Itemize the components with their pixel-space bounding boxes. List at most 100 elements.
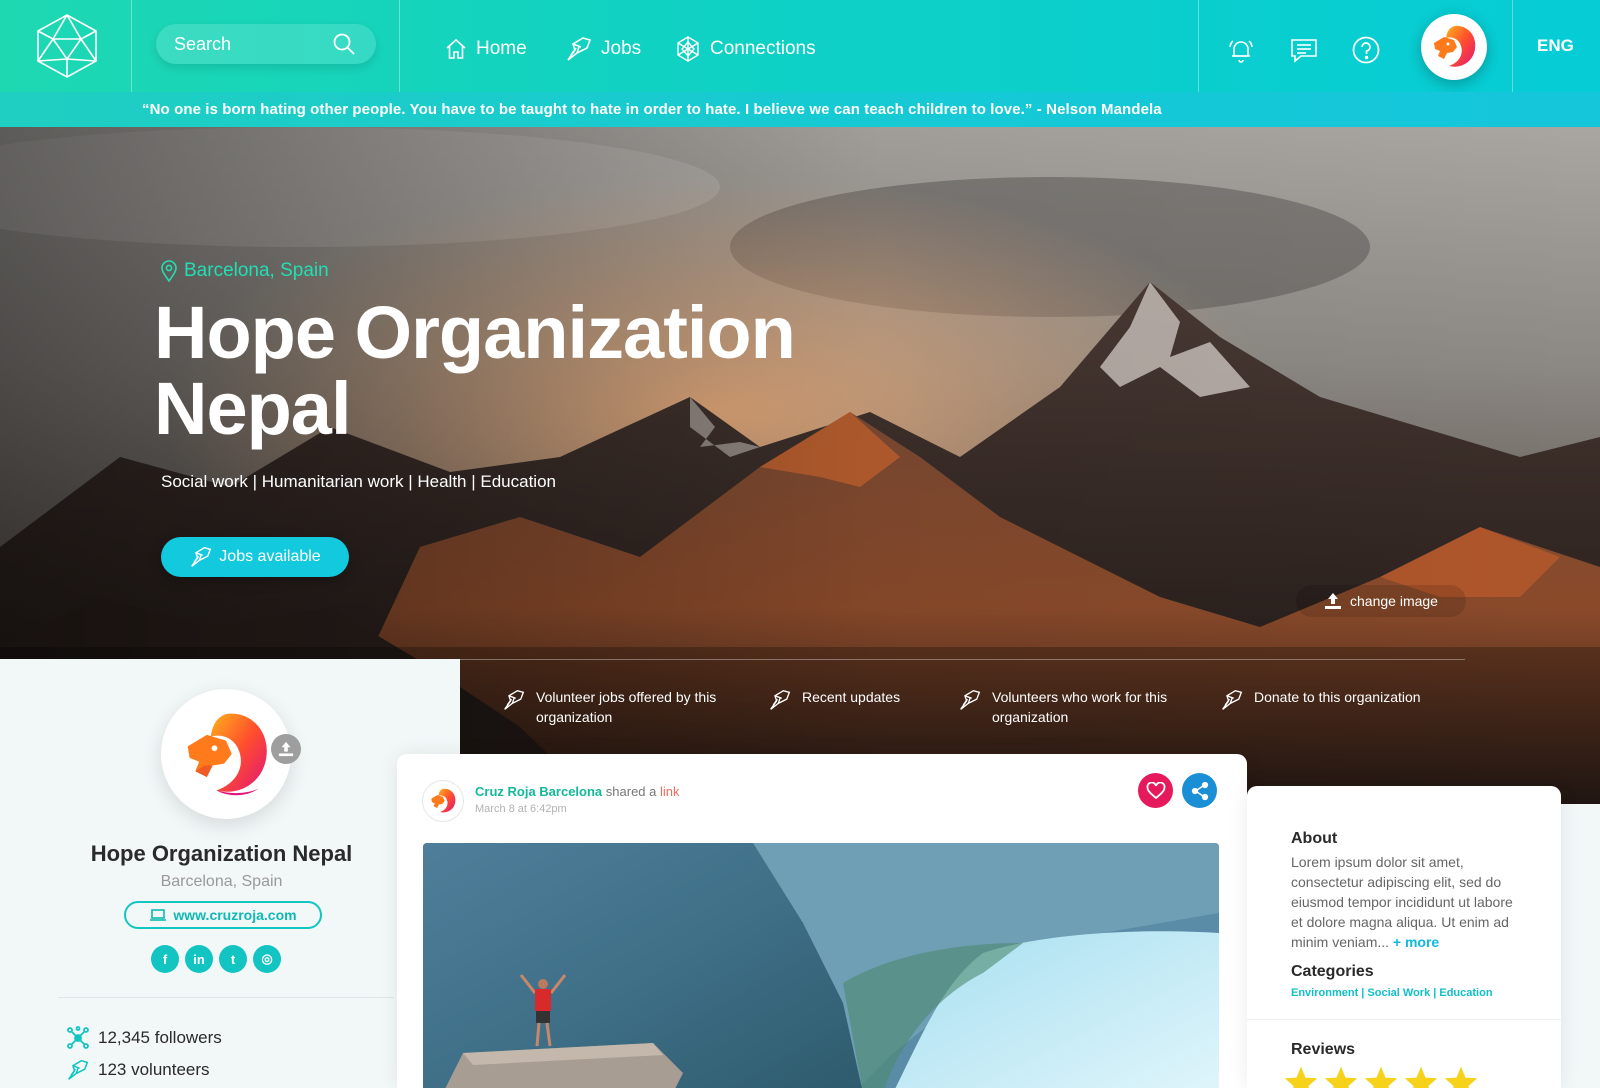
instagram-icon[interactable]: ◎ <box>253 945 281 973</box>
share-icon <box>1191 781 1208 800</box>
nav-connections-label: Connections <box>710 38 816 59</box>
nav-connections[interactable]: Connections <box>674 36 816 62</box>
hero-categories: Social work | Humanitarian work | Health… <box>161 472 556 491</box>
fjord-photo <box>423 843 1219 1088</box>
jobs-icon <box>770 689 791 710</box>
tab-label: Volunteer jobs offered by this organizat… <box>536 687 716 727</box>
volunteers-count: 123 volunteers <box>98 1060 210 1079</box>
nav-jobs[interactable]: Jobs <box>565 36 641 62</box>
website-url: www.cruzroja.com <box>173 907 297 923</box>
search-input[interactable] <box>174 32 324 56</box>
categories-list[interactable]: Environment | Social Work | Education <box>1291 987 1493 999</box>
upload-icon <box>1325 593 1342 609</box>
quote-text: “No one is born hating other people. You… <box>142 101 1162 118</box>
tab-volunteer-jobs[interactable]: Volunteer jobs offered by this organizat… <box>502 687 732 727</box>
messages-button[interactable] <box>1288 34 1320 66</box>
share-button[interactable] <box>1182 773 1217 808</box>
tab-label-line: Donate to this organization <box>1254 689 1421 705</box>
tab-label-line: Volunteer jobs offered by this <box>536 689 717 705</box>
nav-jobs-label: Jobs <box>601 38 642 59</box>
post-author-avatar[interactable] <box>422 780 464 822</box>
tab-label-line: organization <box>536 709 613 725</box>
hero-title-line-1: Hope Organization <box>154 291 796 374</box>
post-image[interactable] <box>423 843 1219 1088</box>
post-header: Cruz Roja Barcelona shared a link <box>475 784 680 799</box>
tab-recent-updates[interactable]: Recent updates <box>768 687 948 711</box>
post-shared-link[interactable]: link <box>660 784 680 799</box>
jobs-icon <box>567 37 592 61</box>
jobs-icon <box>504 689 525 710</box>
upload-icon <box>278 741 294 757</box>
categories-title: Categories <box>1291 963 1374 980</box>
jobs-icon <box>960 689 981 710</box>
jobs-icon <box>1222 689 1243 710</box>
linkedin-icon[interactable]: in <box>185 945 213 973</box>
hero-title: Hope Organization Nepal <box>154 295 854 447</box>
jobs-available-label: Jobs available <box>219 548 321 565</box>
help-icon <box>1352 36 1380 64</box>
logo-cell <box>0 0 132 92</box>
review-stars[interactable] <box>1283 1065 1479 1088</box>
jobs-icon <box>68 1059 89 1080</box>
website-link[interactable]: www.cruzroja.com <box>124 901 322 929</box>
search-box[interactable] <box>156 24 376 64</box>
search-icon[interactable] <box>332 32 356 56</box>
bell-icon <box>1229 40 1253 63</box>
star-icon[interactable] <box>1283 1065 1319 1088</box>
jobs-icon <box>191 546 212 567</box>
tab-donate[interactable]: Donate to this organization <box>1220 687 1460 711</box>
organization-location: Barcelona, Spain <box>160 873 283 890</box>
star-icon[interactable] <box>1403 1065 1439 1088</box>
about-text: Lorem ipsum dolor sit amet, consectetur … <box>1291 852 1527 952</box>
star-icon[interactable] <box>1323 1065 1359 1088</box>
hero-title-line-2: Nepal <box>154 367 352 450</box>
lion-logo-icon <box>187 713 267 796</box>
change-image-label: change image <box>1350 593 1438 609</box>
home-icon <box>446 38 466 59</box>
tab-label: Volunteers who work for this organizatio… <box>992 687 1167 727</box>
feed-post-card: Cruz Roja Barcelona shared a link March … <box>397 754 1247 1088</box>
facebook-icon[interactable]: f <box>151 945 179 973</box>
organization-tabs: Volunteer jobs offered by this organizat… <box>460 659 1465 754</box>
lion-logo-icon <box>1434 25 1476 67</box>
upload-avatar-button[interactable] <box>271 734 301 764</box>
lion-logo-icon <box>431 788 456 813</box>
post-action: shared a <box>605 784 657 799</box>
twitter-icon[interactable]: t <box>219 945 247 973</box>
info-divider <box>1247 1019 1561 1020</box>
location-pin-icon <box>161 260 177 282</box>
laptop-icon <box>150 909 167 921</box>
tab-label: Recent updates <box>802 687 900 711</box>
chat-icon <box>1291 39 1317 63</box>
top-navigation-bar: Home Jobs Connections <box>0 0 1600 92</box>
nav-home[interactable]: Home <box>444 36 527 62</box>
quote-banner: “No one is born hating other people. You… <box>0 92 1600 127</box>
followers-count: 12,345 followers <box>98 1028 222 1047</box>
change-image-button[interactable]: change image <box>1296 585 1466 617</box>
user-avatar[interactable] <box>1421 14 1487 80</box>
star-icon[interactable] <box>1363 1065 1399 1088</box>
network-icon <box>67 1026 89 1049</box>
nav-divider <box>1198 0 1199 92</box>
more-link[interactable]: + more <box>1393 934 1439 950</box>
like-button[interactable] <box>1138 773 1173 808</box>
help-button[interactable] <box>1350 34 1382 66</box>
star-icon[interactable] <box>1443 1065 1479 1088</box>
post-author-link[interactable]: Cruz Roja Barcelona <box>475 784 602 799</box>
tab-label-line: Recent updates <box>802 689 901 705</box>
volunteers-stat: 123 volunteers <box>66 1059 210 1081</box>
nav-divider <box>1512 0 1513 92</box>
notifications-button[interactable] <box>1225 34 1257 66</box>
nav-home-label: Home <box>476 38 527 59</box>
post-date: March 8 at 6:42pm <box>475 803 567 815</box>
tab-volunteers[interactable]: Volunteers who work for this organizatio… <box>958 687 1188 727</box>
jobs-available-button[interactable]: Jobs available <box>161 537 349 577</box>
language-selector[interactable]: ENG <box>1537 36 1574 56</box>
about-title: About <box>1291 830 1338 847</box>
followers-stat: 12,345 followers <box>66 1026 222 1050</box>
logo-icon[interactable] <box>33 13 101 79</box>
tab-label-line: Volunteers who work for this <box>992 689 1168 705</box>
profile-divider <box>58 997 394 998</box>
tab-label: Donate to this organization <box>1254 687 1421 711</box>
hero-location-text: Barcelona, Spain <box>184 260 329 281</box>
